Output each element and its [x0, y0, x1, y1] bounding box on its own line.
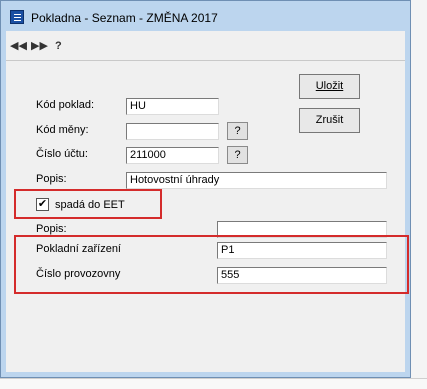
- desktop-background: [411, 0, 427, 378]
- first-record-icon[interactable]: ◀◀: [10, 39, 27, 53]
- kod-pokladny-field[interactable]: HU: [126, 98, 219, 115]
- next-record-icon[interactable]: ▶▶: [31, 39, 48, 53]
- app-icon: [10, 10, 24, 24]
- kod-pokladny-label: Kód poklad:: [36, 99, 95, 111]
- save-button[interactable]: Uložit: [299, 74, 360, 99]
- cislo-uctu-field[interactable]: 211000: [126, 147, 219, 164]
- popis2-label: Popis:: [36, 223, 67, 235]
- titlebar[interactable]: Pokladna - Seznam - ZMĚNA 2017: [1, 1, 410, 31]
- kod-meny-label: Kód měny:: [36, 124, 89, 136]
- cislo-uctu-lookup-button[interactable]: ?: [227, 146, 248, 164]
- popis-label: Popis:: [36, 173, 67, 185]
- desktop-bottom-strip: [0, 378, 427, 389]
- form-panel: Kód poklad: HU Kód měny: ? Číslo účtu: 2…: [6, 61, 409, 372]
- app-window: Pokladna - Seznam - ZMĚNA 2017 ◀◀ ▶▶ ? K…: [0, 0, 411, 378]
- kod-meny-lookup-button[interactable]: ?: [227, 122, 248, 140]
- toolbar: ◀◀ ▶▶ ?: [6, 31, 405, 61]
- cancel-button[interactable]: Zrušit: [299, 108, 360, 133]
- kod-meny-field[interactable]: [126, 123, 219, 140]
- popis-field[interactable]: Hotovostní úhrady: [126, 172, 387, 189]
- help-icon[interactable]: ?: [55, 39, 62, 53]
- cislo-uctu-label: Číslo účtu:: [36, 148, 88, 160]
- eet-highlight-box: [14, 189, 162, 219]
- eet-fields-highlight-box: [14, 235, 409, 294]
- window-title: Pokladna - Seznam - ZMĚNA 2017: [31, 11, 218, 25]
